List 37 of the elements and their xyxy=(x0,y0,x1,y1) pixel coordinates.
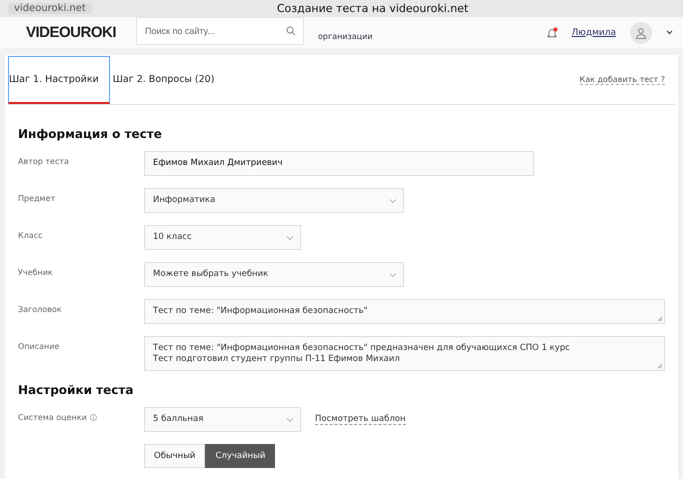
field-label: Класс xyxy=(18,230,44,240)
select-field[interactable]: Можете выбрать учебник xyxy=(144,262,404,287)
text-area[interactable]: Тест по теме: "Информационная безопасность" предназначен для обучающихся СПО 1 курс Тест подготовил студент группы П-11 Ефимов Михаил xyxy=(144,336,665,371)
field-label: Заголовок xyxy=(18,304,63,314)
promo-text[interactable]: организации xyxy=(318,32,373,41)
bell-icon[interactable] xyxy=(546,26,558,38)
help-link[interactable]: Как добавить тест ? xyxy=(580,74,665,84)
caret-icon[interactable] xyxy=(666,30,673,35)
mode-option[interactable]: Случайный xyxy=(205,444,276,468)
search-icon xyxy=(286,26,296,36)
select-field[interactable]: 10 класс xyxy=(144,225,301,250)
chevron-icon xyxy=(389,198,397,204)
site-logo[interactable]: VIDEOUROKI xyxy=(26,24,116,42)
select-field[interactable]: Информатика xyxy=(144,188,404,213)
section-heading: Настройки теста xyxy=(18,382,134,397)
resize-grip-icon xyxy=(657,316,663,322)
select-field[interactable]: 5 балльная xyxy=(144,406,301,432)
step-tab[interactable]: Шаг 1. Настройки xyxy=(8,56,110,104)
user-name-link[interactable]: Людмила xyxy=(572,28,616,38)
field-label: Описание xyxy=(18,341,60,351)
field-label: Предмет xyxy=(18,193,56,203)
field-label: Учебник xyxy=(18,267,54,277)
address-bar[interactable]: videouroki.net xyxy=(8,3,92,14)
search-field[interactable]: Поиск по сайту... xyxy=(136,16,304,44)
resize-grip-icon xyxy=(657,362,663,369)
text-area[interactable]: Тест по теме: "Информационная безопасность" xyxy=(144,299,665,324)
window-title: Создание теста на videouroki.net xyxy=(276,2,468,15)
avatar[interactable] xyxy=(630,22,652,44)
chevron-icon xyxy=(389,272,397,278)
chevron-icon xyxy=(286,416,294,423)
field-label: Система оценки xyxy=(18,406,144,422)
mode-option[interactable]: Обычный xyxy=(144,444,206,468)
chevron-icon xyxy=(286,235,294,241)
section-heading: Информация о тесте xyxy=(18,127,163,141)
template-link[interactable]: Посмотреть шаблон xyxy=(315,414,406,425)
field-label: Автор теста xyxy=(18,156,70,166)
input-field[interactable]: Ефимов Михаил Дмитриевич xyxy=(144,151,534,176)
